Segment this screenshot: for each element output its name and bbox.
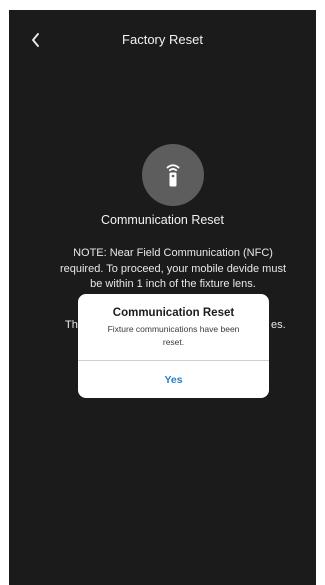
page-title: Factory Reset xyxy=(122,32,203,47)
dialog-title: Communication Reset xyxy=(112,307,235,319)
obscured-text-right: es. xyxy=(271,319,286,331)
dialog-message: Fixture communications have been reset. xyxy=(107,324,240,347)
app-screen: Factory Reset Communication Reset NOTE: … xyxy=(9,10,316,585)
nfc-note: NOTE: Near Field Communication (NFC) req… xyxy=(59,247,287,290)
communication-icon-circle xyxy=(142,144,204,206)
obscured-text-left: Th xyxy=(65,319,78,331)
remote-control-icon xyxy=(166,164,180,187)
header: Factory Reset xyxy=(9,10,316,70)
yes-button[interactable]: Yes xyxy=(78,361,269,398)
reset-dialog: Communication Reset Fixture communicatio… xyxy=(78,294,269,398)
section-title: Communication Reset xyxy=(101,213,224,227)
